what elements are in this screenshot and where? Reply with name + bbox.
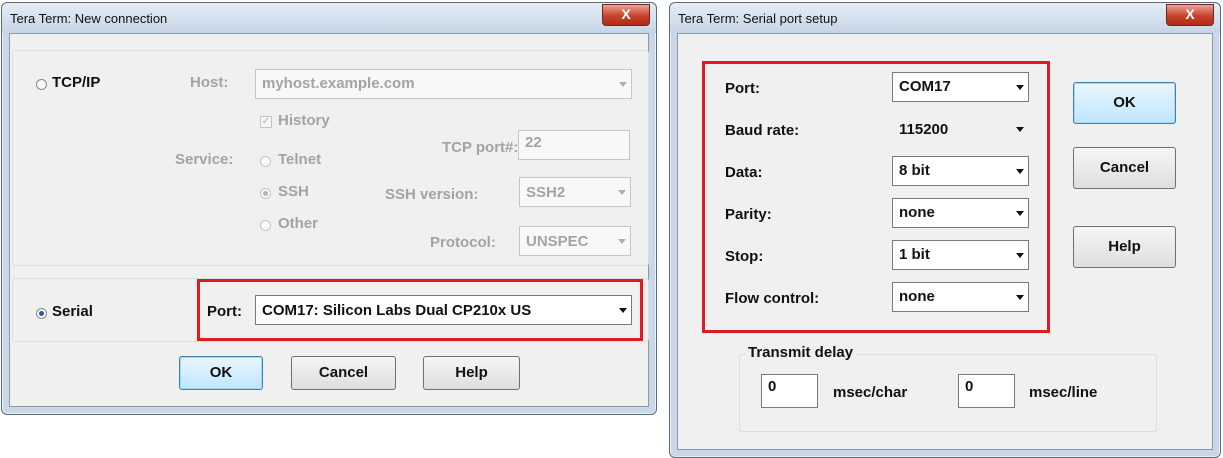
other-label: Other <box>278 215 319 232</box>
new-connection-window: Tera Term: New connection X TCP/IP Host:… <box>1 2 657 415</box>
window-title: Tera Term: New connection <box>10 11 168 26</box>
protocol-select[interactable]: UNSPEC <box>519 226 631 256</box>
tcp-port-label: TCP port#: <box>442 139 519 156</box>
chevron-down-icon <box>618 190 626 195</box>
host-label: Host: <box>190 74 229 91</box>
serial-port-setup-window: Tera Term: Serial port setup X Port: COM… <box>669 2 1221 458</box>
serial-settings-highlight-box <box>702 61 1050 333</box>
ssh-version-value: SSH2 <box>526 184 566 201</box>
close-icon[interactable]: X <box>602 4 650 26</box>
history-checkbox[interactable]: ✓ <box>260 116 272 128</box>
port-highlight-box <box>197 279 643 341</box>
titlebar[interactable]: Tera Term: New connection X <box>2 3 656 33</box>
help-button[interactable]: Help <box>423 356 520 390</box>
protocol-value: UNSPEC <box>526 233 589 250</box>
titlebar[interactable]: Tera Term: Serial port setup X <box>670 3 1220 33</box>
line-delay-value: 0 <box>965 378 974 395</box>
cancel-button[interactable]: Cancel <box>291 356 396 390</box>
protocol-label: Protocol: <box>430 234 496 251</box>
serial-label: Serial <box>52 303 93 320</box>
dialog-body: Port: COM17 Baud rate: 115200 Data: 8 bi… <box>677 33 1213 450</box>
close-icon[interactable]: X <box>1166 4 1214 26</box>
ok-button[interactable]: OK <box>1073 82 1176 124</box>
host-combobox[interactable]: myhost.example.com <box>255 69 632 99</box>
line-delay-unit: msec/line <box>1029 384 1098 401</box>
host-value: myhost.example.com <box>262 75 415 92</box>
window-title: Tera Term: Serial port setup <box>678 11 838 26</box>
tcpip-radio[interactable] <box>36 79 47 90</box>
telnet-label: Telnet <box>278 151 322 168</box>
line-delay-input[interactable]: 0 <box>958 374 1015 408</box>
tcp-port-input[interactable]: 22 <box>518 130 630 160</box>
char-delay-input[interactable]: 0 <box>761 374 818 408</box>
service-label: Service: <box>175 151 234 168</box>
ssh-radio[interactable] <box>260 188 271 199</box>
tcp-port-value: 22 <box>525 134 542 151</box>
chevron-down-icon <box>618 239 626 244</box>
other-radio[interactable] <box>260 220 271 231</box>
ssh-version-label: SSH version: <box>385 186 479 203</box>
telnet-radio[interactable] <box>260 156 271 167</box>
ok-button[interactable]: OK <box>179 356 263 390</box>
ssh-version-select[interactable]: SSH2 <box>519 177 631 207</box>
cancel-button[interactable]: Cancel <box>1073 147 1176 189</box>
serial-radio[interactable] <box>36 308 47 319</box>
history-label: History <box>278 112 330 129</box>
char-delay-value: 0 <box>768 378 777 395</box>
transmit-delay-label: Transmit delay <box>745 344 857 361</box>
help-button[interactable]: Help <box>1073 226 1176 268</box>
chevron-down-icon <box>619 82 627 87</box>
dialog-body: TCP/IP Host: myhost.example.com ✓ Histor… <box>9 33 649 407</box>
ssh-label: SSH <box>278 183 309 200</box>
tcpip-label: TCP/IP <box>52 74 101 91</box>
char-delay-unit: msec/char <box>833 384 908 401</box>
